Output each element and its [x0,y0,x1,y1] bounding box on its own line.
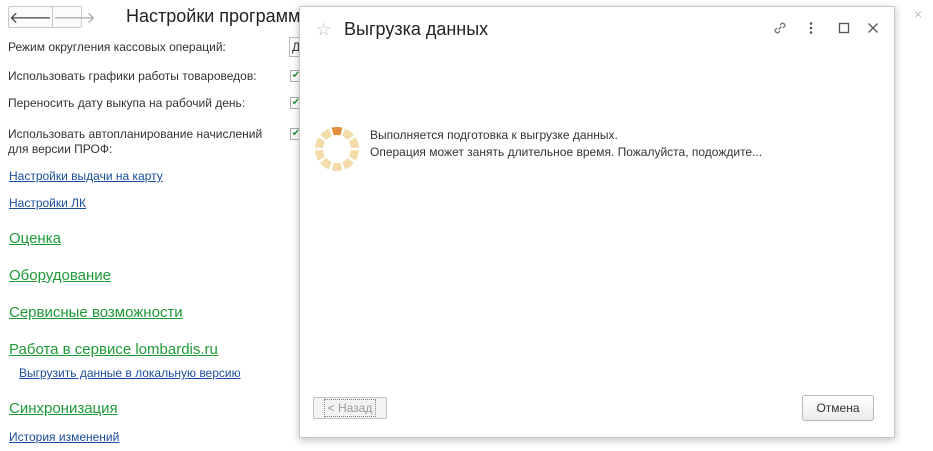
forward-arrow-icon[interactable]: 🡒 [51,7,96,27]
export-local-link[interactable]: Выгрузить данные в локальную версию [19,366,241,380]
autoplanning-label-line2: для версии ПРОФ: [8,142,113,156]
section-lombardis[interactable]: Работа в сервисе lombardis.ru [9,341,218,358]
section-equipment[interactable]: Оборудование [9,267,111,284]
spinner-segment [331,126,343,136]
history-link[interactable]: История изменений [9,430,119,444]
section-valuation[interactable]: Оценка [9,230,61,247]
spinner-segment [342,128,354,140]
more-icon[interactable] [808,20,814,39]
use-schedules-label: Использовать графики работы товароведов: [8,69,257,83]
spinner-segment [348,149,359,161]
spinner-segment [315,149,326,161]
status-message-line1: Выполняется подготовка к выгрузке данных… [370,128,618,142]
dialog-title: Выгрузка данных [344,19,489,39]
star-icon[interactable]: ☆ [316,20,331,40]
maximize-icon[interactable] [837,20,851,39]
status-message-line2: Операция может занять длительное время. … [370,145,763,159]
rounding-mode-label: Режим округления кассовых операций: [8,40,226,54]
page-title: Настройки программ [126,6,301,26]
spinner-segment [331,162,343,172]
spinner-segment [348,137,359,149]
section-service[interactable]: Сервисные возможности [9,304,183,321]
back-arrow-icon[interactable]: 🡐 [9,7,52,27]
section-sync[interactable]: Синхронизация [9,400,118,417]
card-payout-settings-link[interactable]: Настройки выдачи на карту [9,169,163,183]
close-icon[interactable]: × [914,6,922,22]
spinner-segment [342,158,354,170]
close-icon[interactable] [866,20,880,39]
export-dialog: ☆ Выгрузка данных Выполняется подготовка… [299,6,895,438]
back-button[interactable]: < Назад [313,397,387,419]
cancel-button[interactable]: Отмена [802,395,874,421]
move-date-label: Переносить дату выкупа на рабочий день: [8,96,246,110]
spinner-segment [320,128,332,140]
spinner-segment [315,137,326,149]
nav-buttons: 🡐 🡒 [8,6,96,28]
lk-settings-link[interactable]: Настройки ЛК [9,196,86,210]
back-button-label: < Назад [323,399,377,417]
loading-spinner-icon [315,126,359,172]
link-icon[interactable] [772,20,788,39]
spinner-segment [320,158,332,170]
autoplanning-label-line1: Использовать автопланирование начислений [8,127,263,141]
